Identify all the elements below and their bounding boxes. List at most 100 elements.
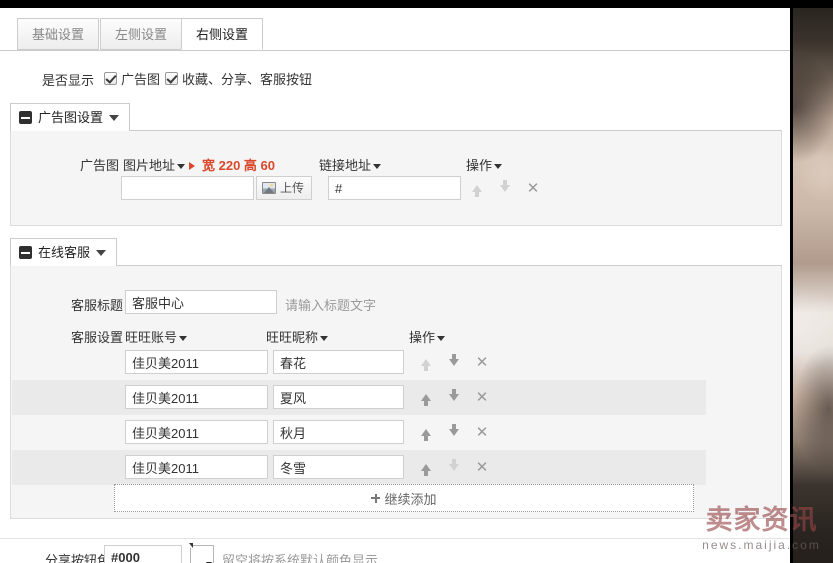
cs-operation-buttons: ✕ [412,385,496,409]
arrow-down-icon [449,353,459,366]
settings-content: 基础设置 左侧设置 右侧设置 是否显示 广告图 收藏、分享、客服按钮 广告图设置… [0,8,790,563]
triangle-right-icon [189,161,196,170]
ad-operation-buttons: ✕ [463,176,547,200]
arrow-up-icon [421,393,431,406]
upload-button[interactable]: 上传 [256,176,313,200]
move-up-button[interactable] [412,350,440,374]
section-header-online-service-label: 在线客服 [38,245,91,260]
move-up-button[interactable] [412,385,440,409]
close-icon: ✕ [475,423,489,441]
move-down-button[interactable] [440,385,468,409]
checkbox-ad-image-label: 广告图 [121,72,161,87]
online-service-panel: 客服标题 请输入标题文字 客服设置 旺旺账号 旺旺昵称 操作 ✕ [10,265,782,519]
chevron-down-icon[interactable] [437,336,446,342]
move-up-button[interactable] [412,420,440,444]
add-more-button[interactable]: 继续添加 [114,484,694,512]
share-color-input[interactable] [104,545,182,563]
share-color-row: 分享按钮色 留空将按系统默认颜色显示 [0,538,790,563]
chevron-down-icon[interactable] [177,164,186,170]
move-down-button[interactable] [440,455,468,479]
ad-row-label: 广告图 [79,158,119,173]
collapse-minus-icon[interactable] [19,246,32,259]
arrow-down-icon [449,423,459,436]
checkbox-fav-share-service-label: 收藏、分享、客服按钮 [182,72,313,87]
chevron-down-icon[interactable] [373,164,382,170]
delete-button[interactable]: ✕ [468,420,496,444]
arrow-up-icon [421,463,431,476]
arrow-up-icon [472,184,482,197]
move-up-button[interactable] [463,176,491,200]
share-color-hint: 留空将按系统默认颜色显示 [222,553,379,563]
col-image-url: 图片地址 宽 220 高 60 [123,155,275,174]
background-photo-strip [790,8,833,563]
checkbox-fav-share-service[interactable]: 收藏、分享、客服按钮 [165,69,312,88]
cs-account-input[interactable] [125,420,268,444]
table-row: ✕ [12,345,706,380]
cs-nickname-input[interactable] [273,420,404,444]
col-operation-ad: 操作 [466,155,503,174]
chevron-down-icon[interactable] [179,336,188,342]
ad-image-url-input[interactable] [121,176,254,200]
color-swatch-button[interactable] [190,545,214,563]
chevron-down-icon[interactable] [96,249,107,256]
delete-button[interactable]: ✕ [468,385,496,409]
app-root: 基础设置 左侧设置 右侧设置 是否显示 广告图 收藏、分享、客服按钮 广告图设置… [0,0,833,563]
chevron-down-icon[interactable] [320,336,329,342]
arrow-up-icon [421,358,431,371]
display-toggle-row: 是否显示 广告图 收藏、分享、客服按钮 [0,67,790,91]
col-ww-nickname: 旺旺昵称 [266,327,329,346]
cs-nickname-input[interactable] [273,350,404,374]
chevron-down-icon[interactable] [494,164,503,170]
move-down-button[interactable] [440,420,468,444]
arrow-down-icon [449,458,459,471]
tab-bar: 基础设置 左侧设置 右侧设置 [0,18,790,51]
tab-basic-settings[interactable]: 基础设置 [17,18,100,50]
move-up-button[interactable] [412,455,440,479]
cs-title-hint: 请输入标题文字 [285,298,377,313]
close-icon: ✕ [475,353,489,371]
ad-settings-panel: 广告图 图片地址 宽 220 高 60 链接地址 操作 上传 ✕ [10,130,782,226]
cs-nickname-input[interactable] [273,385,404,409]
delete-button[interactable]: ✕ [519,176,547,200]
tab-right-settings[interactable]: 右侧设置 [181,18,264,50]
top-black-bar [0,0,833,8]
col-ww-account: 旺旺账号 [125,327,188,346]
chevron-down-icon[interactable] [109,114,120,121]
close-icon: ✕ [475,458,489,476]
picture-icon [262,182,276,194]
col-image-url-text: 图片地址 [123,158,176,173]
ad-size-hint: 宽 220 高 60 [202,158,276,173]
delete-button[interactable]: ✕ [468,350,496,374]
move-down-button[interactable] [440,350,468,374]
delete-button[interactable]: ✕ [468,455,496,479]
col-operation-cs-text: 操作 [409,330,436,345]
cs-account-input[interactable] [125,455,268,479]
close-icon: ✕ [475,388,489,406]
table-row: ✕ [12,415,706,450]
cs-nickname-input[interactable] [273,455,404,479]
move-down-button[interactable] [491,176,519,200]
col-operation-cs: 操作 [409,327,446,346]
checkbox-ad-image-box[interactable] [104,72,117,85]
cs-operation-buttons: ✕ [412,455,496,479]
section-header-ad-label: 广告图设置 [38,110,104,125]
collapse-minus-icon[interactable] [19,111,32,124]
cs-operation-buttons: ✕ [412,350,496,374]
cs-operation-buttons: ✕ [412,420,496,444]
plus-icon [371,493,381,503]
arrow-down-icon [449,388,459,401]
col-link-url-text: 链接地址 [319,158,372,173]
ad-link-url-input[interactable] [328,176,461,200]
cs-title-input[interactable] [125,290,277,314]
tab-left-settings[interactable]: 左侧设置 [100,18,183,50]
col-ww-nickname-text: 旺旺昵称 [266,330,319,345]
cs-account-input[interactable] [125,385,268,409]
cs-account-input[interactable] [125,350,268,374]
arrow-down-icon [500,179,510,192]
section-header-online-service[interactable]: 在线客服 [10,238,118,266]
checkbox-ad-image[interactable]: 广告图 [104,69,160,88]
cs-title-label: 客服标题 [70,298,123,313]
section-header-ad-settings[interactable]: 广告图设置 [10,103,131,131]
upload-button-label: 上传 [280,181,305,195]
checkbox-fav-share-service-box[interactable] [165,72,178,85]
